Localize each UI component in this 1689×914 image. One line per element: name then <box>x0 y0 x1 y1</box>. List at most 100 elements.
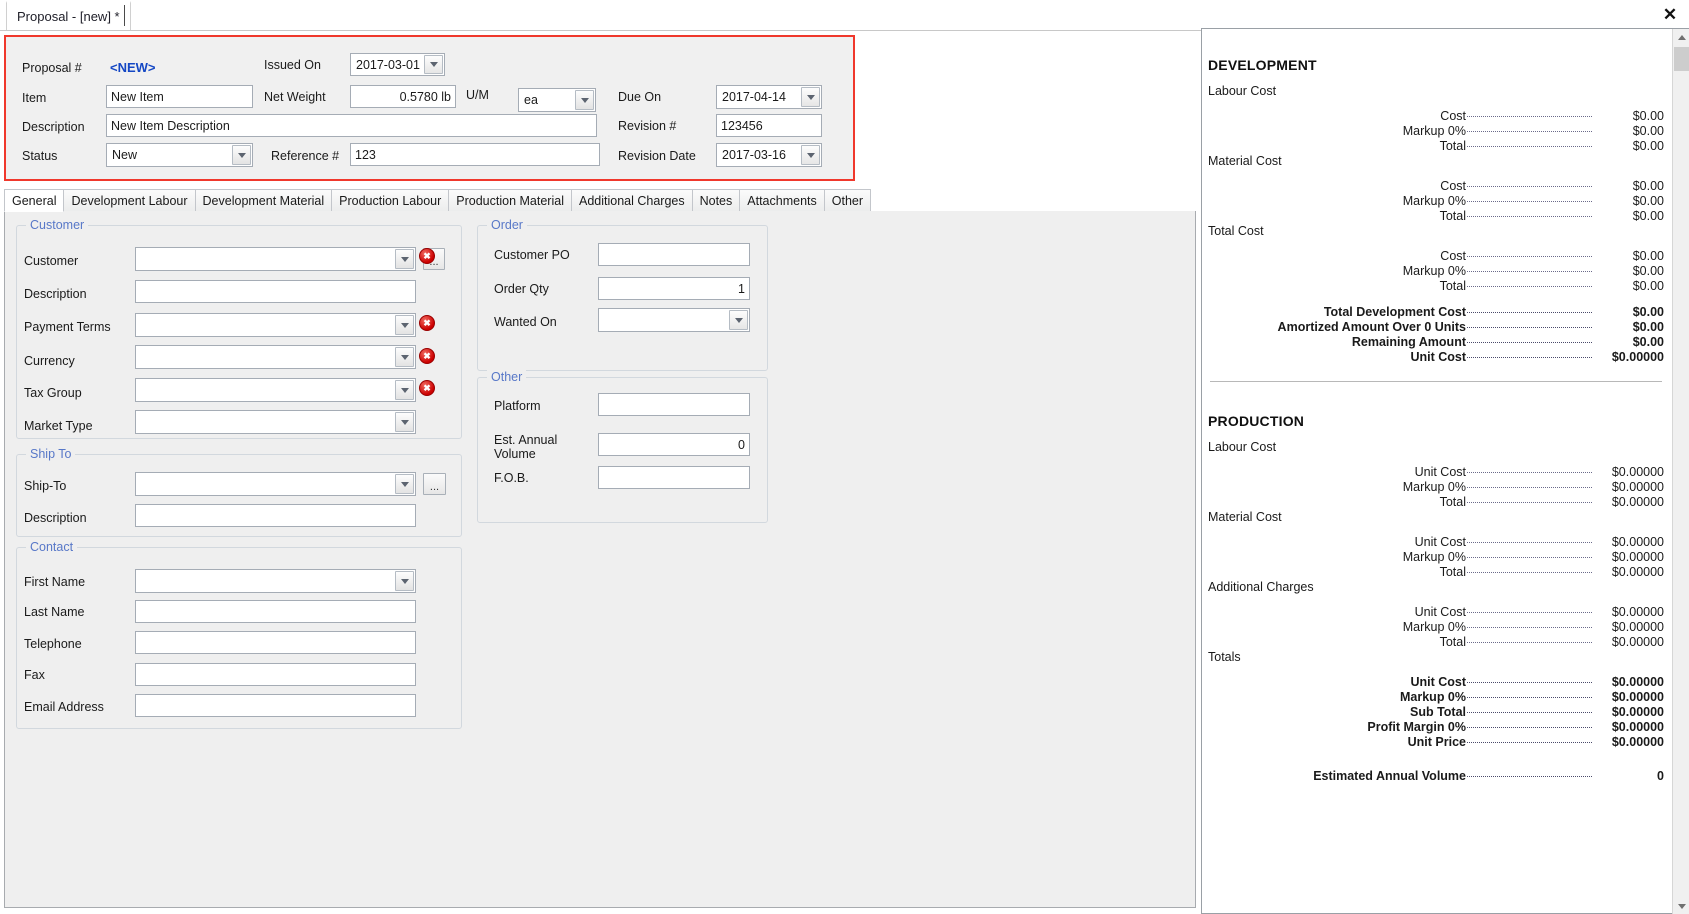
est-annual-volume-input[interactable]: 0 <box>598 433 750 456</box>
payment-terms-error-icon[interactable] <box>419 315 435 331</box>
due-on-datepicker[interactable]: 2017-04-14 <box>716 85 822 109</box>
tab-development-material[interactable]: Development Material <box>194 189 333 212</box>
row-value: $0.00 <box>1632 109 1664 123</box>
first-name-select[interactable] <box>135 569 416 593</box>
remaining-amount-row: Remaining Amount $0.00 <box>1208 335 1664 350</box>
currency-error-icon[interactable] <box>419 348 435 364</box>
scroll-down-icon[interactable] <box>1673 898 1689 914</box>
leader-dots <box>1467 277 1592 287</box>
leader-dots <box>1467 703 1592 713</box>
tab-general[interactable]: General <box>4 189 65 212</box>
item-input[interactable]: New Item <box>106 85 253 108</box>
tab-production-labour[interactable]: Production Labour <box>331 189 450 212</box>
leader-dots <box>1467 207 1592 217</box>
ship-to-select[interactable] <box>135 472 416 496</box>
total-development-cost-row: Total Development Cost $0.00 <box>1208 305 1664 320</box>
chevron-down-icon[interactable] <box>801 87 820 107</box>
payment-terms-select[interactable] <box>135 313 416 337</box>
leader-dots <box>1467 348 1592 358</box>
cost-summary-content: DEVELOPMENT Labour Cost Cost $0.00 Marku… <box>1202 29 1672 913</box>
customer-description-input[interactable] <box>135 280 416 303</box>
chevron-down-icon[interactable] <box>729 310 748 330</box>
tab-development-labour[interactable]: Development Labour <box>63 189 196 212</box>
ship-to-browse-button[interactable]: ... <box>423 473 446 495</box>
row-value: $0.00 <box>1632 124 1664 138</box>
production-heading: PRODUCTION <box>1208 413 1305 429</box>
summary-vertical-scrollbar[interactable] <box>1672 29 1689 914</box>
tab-other[interactable]: Other <box>823 189 872 212</box>
row-value: $0.00000 <box>1611 635 1664 649</box>
proposal-number-value: <NEW> <box>110 60 156 75</box>
leader-dots <box>1467 618 1592 628</box>
chevron-down-icon[interactable] <box>395 347 414 367</box>
last-name-input[interactable] <box>135 600 416 623</box>
proposal-window: Proposal - [new] * ✕ Proposal # <NEW> It… <box>0 0 1689 914</box>
um-select[interactable]: ea <box>518 88 596 112</box>
customer-description-label: Description <box>24 287 87 301</box>
ship-to-description-input[interactable] <box>135 504 416 527</box>
chevron-down-icon[interactable] <box>395 249 414 269</box>
tab-notes[interactable]: Notes <box>691 189 741 212</box>
revision-number-input[interactable]: 123456 <box>716 114 822 137</box>
customer-po-input[interactable] <box>598 243 750 266</box>
tax-group-select[interactable] <box>135 378 416 402</box>
other-group-title: Other <box>487 370 527 384</box>
amortized-amount-row: Amortized Amount Over 0 Units $0.00 <box>1208 320 1664 335</box>
currency-select[interactable] <box>135 345 416 369</box>
est-annual-volume-label: Est. Annual Volume <box>494 433 558 461</box>
tab-additional-charges[interactable]: Additional Charges <box>570 189 693 212</box>
row-label: Total Development Cost <box>1323 305 1466 319</box>
row-value: $0.00000 <box>1611 705 1664 719</box>
chevron-down-icon[interactable] <box>395 474 414 494</box>
customer-error-icon[interactable] <box>419 248 435 264</box>
fax-input[interactable] <box>135 663 416 686</box>
tax-group-error-icon[interactable] <box>419 380 435 396</box>
chevron-down-icon[interactable] <box>575 90 594 110</box>
chevron-down-icon[interactable] <box>395 412 414 432</box>
tab-label: Development Material <box>202 194 325 208</box>
tab-attachments[interactable]: Attachments <box>739 189 825 212</box>
revision-date-datepicker[interactable]: 2017-03-16 <box>716 143 822 167</box>
main-tabstrip[interactable]: General Development Labour Development M… <box>4 189 1196 212</box>
summary-row: Unit Cost $0.00000 <box>1208 675 1664 690</box>
summary-row: Unit Cost $0.00000 <box>1208 605 1664 620</box>
email-address-input[interactable] <box>135 694 416 717</box>
issued-on-datepicker[interactable]: 2017-03-01 <box>350 53 445 76</box>
wanted-on-datepicker[interactable] <box>598 308 750 332</box>
platform-input[interactable] <box>598 393 750 416</box>
leader-dots <box>1467 177 1592 187</box>
email-address-label: Email Address <box>24 700 104 714</box>
chevron-down-icon[interactable] <box>232 145 251 165</box>
document-tab[interactable]: Proposal - [new] * <box>6 1 131 30</box>
leader-dots <box>1467 137 1592 147</box>
chevron-down-icon[interactable] <box>395 571 414 591</box>
proposal-header-panel: Proposal # <NEW> Item New Item Descripti… <box>4 35 855 181</box>
telephone-input[interactable] <box>135 631 416 654</box>
order-qty-input[interactable]: 1 <box>598 277 750 300</box>
reference-number-input[interactable]: 123 <box>350 143 600 166</box>
chevron-down-icon[interactable] <box>395 380 414 400</box>
document-tab-label: Proposal - [new] * <box>17 9 120 24</box>
due-on-label: Due On <box>618 90 662 104</box>
status-select[interactable]: New <box>106 143 253 167</box>
fob-input[interactable] <box>598 466 750 489</box>
net-weight-input[interactable]: 0.5780 lb <box>350 85 456 108</box>
tab-label: Attachments <box>747 194 817 208</box>
scrollbar-thumb[interactable] <box>1674 47 1689 71</box>
row-label: Amortized Amount Over 0 Units <box>1277 320 1466 334</box>
scroll-up-icon[interactable] <box>1673 29 1689 46</box>
row-label: Remaining Amount <box>1351 335 1466 349</box>
tab-production-material[interactable]: Production Material <box>448 189 572 212</box>
market-type-select[interactable] <box>135 410 416 434</box>
summary-row: Profit Margin 0% $0.00000 <box>1208 720 1664 735</box>
row-label: Sub Total <box>1409 705 1466 719</box>
description-input[interactable]: New Item Description <box>106 114 597 137</box>
chevron-down-icon[interactable] <box>395 315 414 335</box>
production-labour-cost-title: Labour Cost <box>1208 440 1277 454</box>
summary-row: Unit Cost $0.00000 <box>1208 465 1664 480</box>
chevron-down-icon[interactable] <box>801 145 820 165</box>
close-icon[interactable]: ✕ <box>1659 4 1681 26</box>
chevron-down-icon[interactable] <box>424 55 443 74</box>
row-value: $0.00 <box>1632 335 1664 349</box>
customer-select[interactable] <box>135 247 416 271</box>
